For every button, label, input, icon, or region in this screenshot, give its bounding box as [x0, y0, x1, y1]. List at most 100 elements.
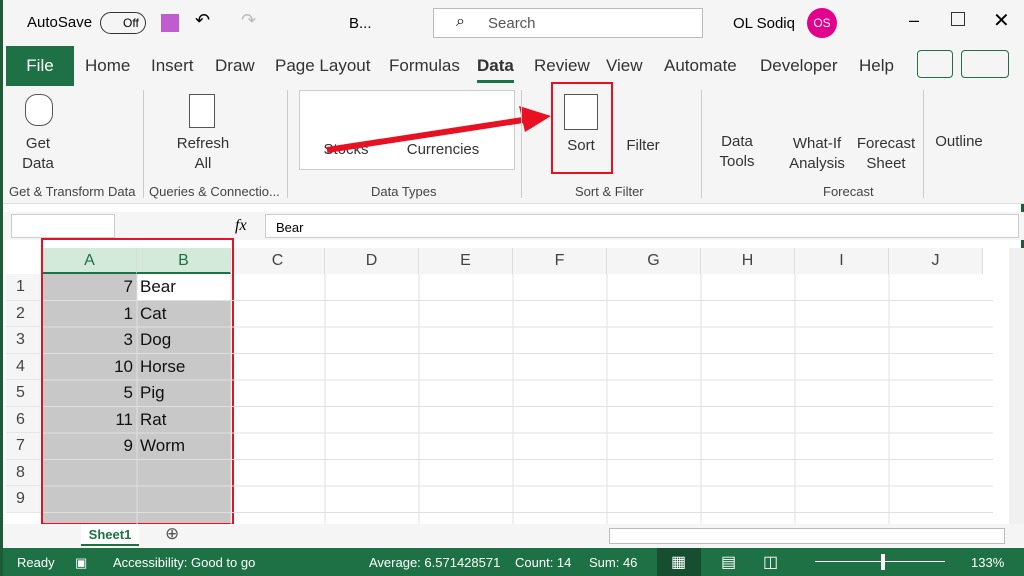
arrow-annotation: [326, 106, 551, 153]
cell-a[interactable]: 7: [43, 274, 133, 301]
zoom-level[interactable]: 133%: [971, 555, 1004, 570]
formula-bar: fx Bear: [3, 212, 1024, 240]
group-label: Sort & Filter: [575, 184, 644, 199]
refresh-all-button[interactable]: Refresh All: [173, 134, 233, 174]
tab-developer[interactable]: Developer: [760, 56, 838, 76]
tab-help[interactable]: Help: [859, 56, 894, 76]
search-icon: ⌕: [456, 13, 465, 30]
group-label: Forecast: [823, 184, 874, 199]
data-tools-button[interactable]: Data Tools: [709, 132, 765, 172]
zoom-slider[interactable]: [815, 561, 945, 562]
tab-automate[interactable]: Automate: [664, 56, 737, 76]
ribbon: Get Data Refresh All Stocks Currencies S…: [3, 82, 1024, 204]
avatar[interactable]: OS: [807, 8, 837, 38]
autosave-toggle[interactable]: Off: [100, 12, 146, 34]
tab-insert[interactable]: Insert: [151, 56, 194, 76]
status-bar: Ready ▣ Accessibility: Good to go Averag…: [3, 548, 1024, 576]
column-header[interactable]: G: [607, 248, 701, 274]
zoom-slider-thumb[interactable]: [881, 554, 885, 570]
save-icon[interactable]: [161, 14, 179, 32]
share-button[interactable]: [961, 50, 1009, 78]
horizontal-scrollbar[interactable]: [609, 528, 1005, 544]
cell-a[interactable]: 11: [43, 407, 133, 434]
tab-file[interactable]: File: [6, 46, 74, 86]
vertical-scrollbar[interactable]: [1009, 248, 1024, 524]
redo-icon[interactable]: ↷: [241, 10, 256, 31]
row-header[interactable]: 9: [6, 486, 40, 513]
formula-input[interactable]: Bear: [265, 214, 1019, 238]
row-header[interactable]: 5: [6, 380, 40, 407]
status-ready: Ready: [17, 555, 55, 570]
status-average[interactable]: Average: 6.571428571: [369, 555, 500, 570]
comments-button[interactable]: [917, 50, 953, 78]
add-sheet-icon[interactable]: ⊕: [165, 524, 179, 544]
cell-b[interactable]: Horse: [140, 354, 230, 381]
column-header[interactable]: C: [231, 248, 325, 274]
database-icon: [25, 94, 53, 126]
tab-home[interactable]: Home: [85, 56, 130, 76]
filter-button[interactable]: Filter: [621, 136, 665, 156]
what-if-button[interactable]: What-If Analysis: [777, 134, 857, 174]
cell-b[interactable]: Bear: [140, 274, 230, 301]
tab-draw[interactable]: Draw: [215, 56, 255, 76]
column-header[interactable]: F: [513, 248, 607, 274]
cell-a[interactable]: 5: [43, 380, 133, 407]
forecast-sheet-button[interactable]: Forecast Sheet: [853, 134, 919, 174]
column-header[interactable]: I: [795, 248, 889, 274]
cell-b[interactable]: Dog: [140, 327, 230, 354]
group-label: Get & Transform Data: [9, 184, 136, 199]
column-header[interactable]: H: [701, 248, 795, 274]
status-count[interactable]: Count: 14: [515, 555, 571, 570]
tab-page-layout[interactable]: Page Layout: [275, 56, 370, 76]
row-header[interactable]: 4: [6, 353, 40, 380]
column-header[interactable]: J: [889, 248, 983, 274]
normal-view-icon: ▦: [671, 554, 687, 571]
autosave-label: AutoSave: [27, 14, 93, 31]
tab-review[interactable]: Review: [534, 56, 590, 76]
cell-b[interactable]: Worm: [140, 433, 230, 460]
cell-b[interactable]: Rat: [140, 407, 230, 434]
page-break-view-icon[interactable]: ◫: [763, 552, 778, 572]
ribbon-tabs: Home Insert Draw Page Layout Formulas Da…: [3, 44, 1024, 86]
cell-a[interactable]: 3: [43, 327, 133, 354]
accessibility-status[interactable]: Accessibility: Good to go: [113, 555, 255, 570]
group-label: Queries & Connectio...: [149, 184, 280, 199]
row-header[interactable]: 3: [6, 327, 40, 354]
status-sum[interactable]: Sum: 46: [589, 555, 637, 570]
filename[interactable]: B...: [349, 15, 372, 32]
get-data-button[interactable]: Get Data: [13, 134, 63, 174]
outline-button[interactable]: Outline: [929, 132, 989, 152]
title-bar: AutoSave Off ↶ ↷ B... ⌕ Search OL Sodiq …: [3, 0, 1024, 44]
row-header[interactable]: 2: [6, 300, 40, 327]
sheet-tabs-bar: Sheet1 ⊕: [3, 524, 1024, 548]
macro-record-icon[interactable]: ▣: [75, 555, 87, 571]
sort-highlight-box: [551, 82, 613, 174]
group-label: Data Types: [371, 184, 437, 199]
row-header[interactable]: 7: [6, 433, 40, 460]
maximize-icon[interactable]: [951, 12, 965, 26]
row-header[interactable]: 6: [6, 406, 40, 433]
sheet-tab-sheet1[interactable]: Sheet1: [81, 524, 139, 546]
minimize-icon[interactable]: –: [909, 10, 919, 31]
row-header[interactable]: 8: [6, 459, 40, 486]
tab-view[interactable]: View: [606, 56, 643, 76]
close-icon[interactable]: ✕: [993, 8, 1010, 33]
cell-b[interactable]: Pig: [140, 380, 230, 407]
search-placeholder: Search: [488, 15, 536, 32]
name-box[interactable]: [11, 214, 115, 238]
column-header[interactable]: D: [325, 248, 419, 274]
cell-a[interactable]: 10: [43, 354, 133, 381]
search-input[interactable]: ⌕ Search: [433, 8, 703, 38]
page-layout-view-icon[interactable]: ▤: [721, 552, 736, 572]
cell-a[interactable]: 9: [43, 433, 133, 460]
undo-icon[interactable]: ↶: [195, 10, 210, 31]
refresh-icon: [189, 94, 215, 128]
tab-data[interactable]: Data: [477, 56, 514, 83]
fx-icon[interactable]: fx: [235, 217, 247, 235]
row-header[interactable]: 1: [6, 274, 40, 301]
column-header[interactable]: E: [419, 248, 513, 274]
tab-formulas[interactable]: Formulas: [389, 56, 460, 76]
cell-a[interactable]: 1: [43, 301, 133, 328]
cell-b[interactable]: Cat: [140, 301, 230, 328]
user-name: OL Sodiq: [733, 15, 795, 32]
